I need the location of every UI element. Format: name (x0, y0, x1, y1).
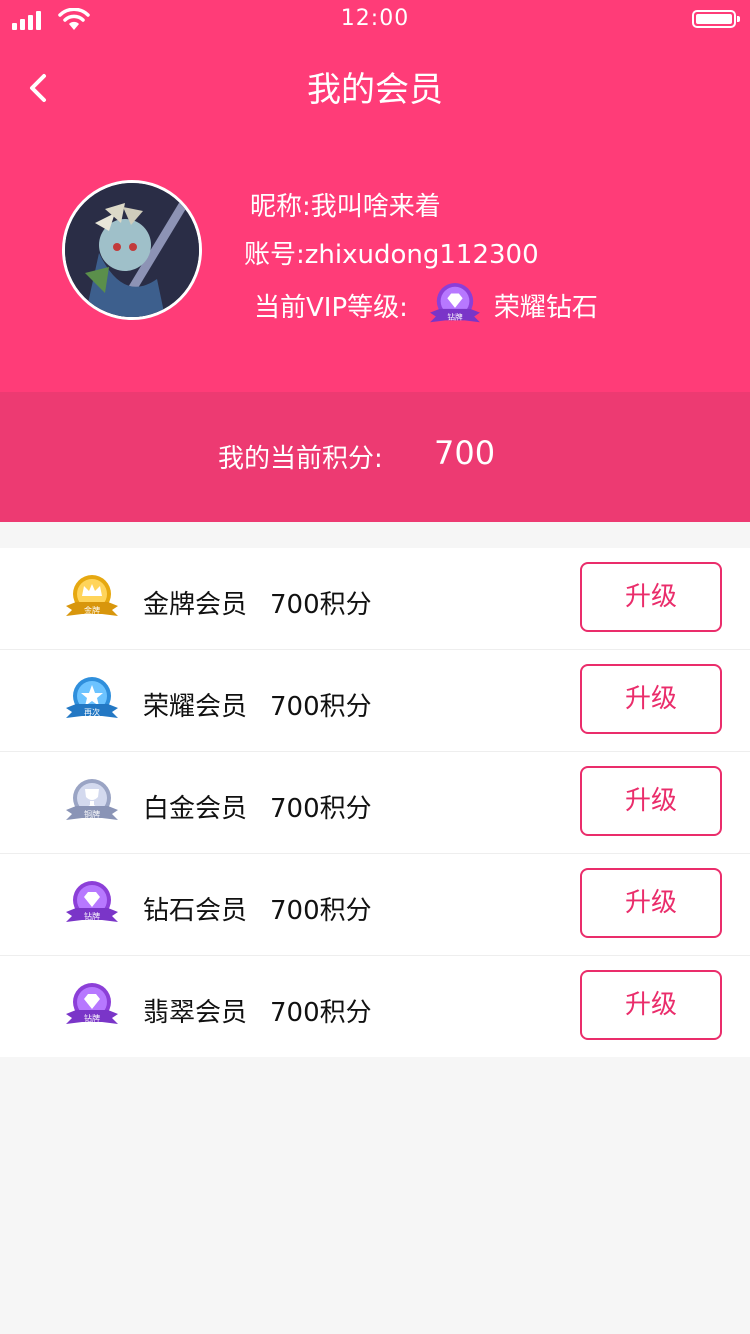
account-label: 账号: (244, 240, 305, 270)
vip-level-label: 当前VIP等级: (254, 292, 408, 323)
tier-row-honor: 再次 荣耀会员 700积分 升级 (0, 650, 750, 752)
header: 12:00 我的会员 昵称:我叫啥来着 账号:zhixudong112300 当… (0, 0, 750, 522)
star-badge-icon: 再次 (66, 677, 118, 718)
badge-text: 钻牌 (84, 911, 100, 921)
badge-text: 再次 (84, 707, 100, 717)
tier-name: 钻石会员 (143, 896, 248, 926)
account-row: 账号:zhixudong112300 (244, 234, 539, 271)
diamond-badge-icon: 钻牌 (429, 282, 480, 323)
vip-level-row: 当前VIP等级: 钻牌 荣耀钻石 (254, 282, 598, 328)
upgrade-button[interactable]: 升级 (580, 868, 722, 938)
account-value: zhixudong112300 (304, 240, 539, 270)
status-time: 12:00 (340, 6, 410, 31)
tier-name: 金牌会员 (143, 590, 248, 620)
vip-badge-text: 钻牌 (447, 311, 463, 321)
badge-text: 金牌 (84, 605, 100, 615)
gold-badge-icon: 金牌 (66, 575, 118, 616)
page-title: 我的会员 (307, 70, 443, 110)
upgrade-button[interactable]: 升级 (580, 766, 722, 836)
tier-name: 翡翠会员 (143, 998, 248, 1028)
diamond-badge-icon: 钻牌 (66, 983, 118, 1024)
tier-points: 700积分 (270, 794, 372, 824)
tier-name: 白金会员 (143, 794, 248, 824)
avatar-illustration (65, 183, 199, 317)
tier-points: 700积分 (270, 896, 372, 926)
badge-text: 钻牌 (84, 1013, 100, 1023)
status-bar: 12:00 (0, 0, 750, 40)
battery-icon (692, 10, 740, 28)
tier-row-emerald: 钻牌 翡翠会员 700积分 升级 (0, 956, 750, 1057)
nickname-value: 我叫啥来着 (310, 192, 441, 222)
points-label: 我的当前积分: (218, 444, 383, 474)
upgrade-button[interactable]: 升级 (580, 562, 722, 632)
nickname-label: 昵称: (250, 192, 311, 222)
tier-row-diamond: 钻牌 钻石会员 700积分 升级 (0, 854, 750, 956)
upgrade-button[interactable]: 升级 (580, 664, 722, 734)
upgrade-button[interactable]: 升级 (580, 970, 722, 1040)
nickname-row: 昵称:我叫啥来着 (250, 186, 441, 223)
avatar[interactable] (62, 180, 202, 320)
tier-points: 700积分 (270, 998, 372, 1028)
badge-text: 铜牌 (84, 809, 100, 819)
tier-points: 700积分 (270, 692, 372, 722)
trophy-badge-icon: 铜牌 (66, 779, 118, 820)
tier-row-platinum: 铜牌 白金会员 700积分 升级 (0, 752, 750, 854)
points-value: 700 (434, 434, 496, 472)
tier-list: 金牌 金牌会员 700积分 升级 再次 荣耀会员 700积分 升级 铜牌 白金会… (0, 548, 750, 1057)
tier-row-gold: 金牌 金牌会员 700积分 升级 (0, 548, 750, 650)
tier-points: 700积分 (270, 590, 372, 620)
diamond-badge-icon: 钻牌 (66, 881, 118, 922)
tier-name: 荣耀会员 (143, 692, 248, 722)
vip-level-value: 荣耀钻石 (493, 292, 598, 323)
